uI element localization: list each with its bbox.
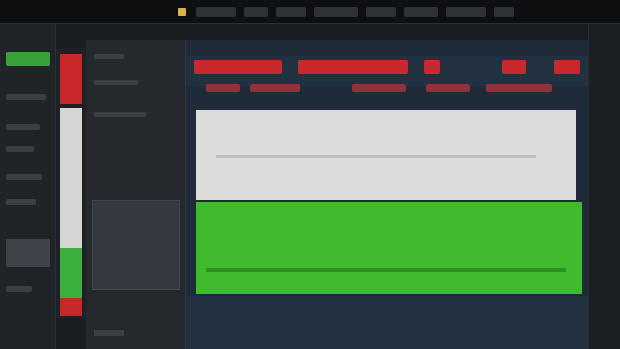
left-panel-item[interactable] <box>6 286 32 292</box>
menu-item[interactable] <box>494 7 514 17</box>
menu-item[interactable] <box>196 7 236 17</box>
middle-panel-line <box>94 80 138 85</box>
meter-segment-green <box>60 248 82 298</box>
toolbar-chip[interactable] <box>502 60 526 74</box>
middle-panel-footer <box>94 330 124 336</box>
left-panel-item[interactable] <box>6 124 40 130</box>
left-panel-item[interactable] <box>6 199 36 205</box>
left-panel <box>0 24 56 349</box>
left-panel-header[interactable] <box>6 52 50 66</box>
main-bottom-area <box>186 296 588 349</box>
canvas-bottom-line <box>206 268 566 272</box>
toolbar-chip[interactable] <box>194 60 282 74</box>
canvas-top-line <box>216 155 536 158</box>
menu-item[interactable] <box>404 7 438 17</box>
left-panel-item[interactable] <box>6 94 46 100</box>
meter-segment-red-bottom <box>60 298 82 316</box>
toolbar-chip[interactable] <box>554 60 580 74</box>
right-panel <box>588 24 620 349</box>
menu-item[interactable] <box>446 7 486 17</box>
menu-item[interactable] <box>314 7 358 17</box>
toolbar-subtext <box>250 84 300 92</box>
toolbar-chip[interactable] <box>424 60 440 74</box>
title-bar <box>0 0 620 24</box>
meter-segment-white <box>60 108 82 248</box>
canvas-bottom-region[interactable] <box>196 202 582 294</box>
toolbar-chip[interactable] <box>298 60 408 74</box>
left-panel-item[interactable] <box>6 174 42 180</box>
left-panel-block[interactable] <box>6 239 50 267</box>
middle-panel-line <box>94 112 146 117</box>
app-logo-icon <box>178 8 186 16</box>
middle-panel-box[interactable] <box>92 200 180 290</box>
toolbar-subtext <box>486 84 552 92</box>
toolbar-subtext <box>206 84 240 92</box>
menu-item[interactable] <box>366 7 396 17</box>
menu-item[interactable] <box>276 7 306 17</box>
menu-item[interactable] <box>244 7 268 17</box>
toolbar-subtext <box>352 84 406 92</box>
left-panel-item[interactable] <box>6 146 34 152</box>
middle-panel <box>86 40 186 349</box>
main-area <box>186 40 588 349</box>
toolbar-subtext <box>426 84 470 92</box>
meter-segment-red-top <box>60 54 82 104</box>
level-meter <box>56 48 86 318</box>
middle-panel-line <box>94 54 124 59</box>
